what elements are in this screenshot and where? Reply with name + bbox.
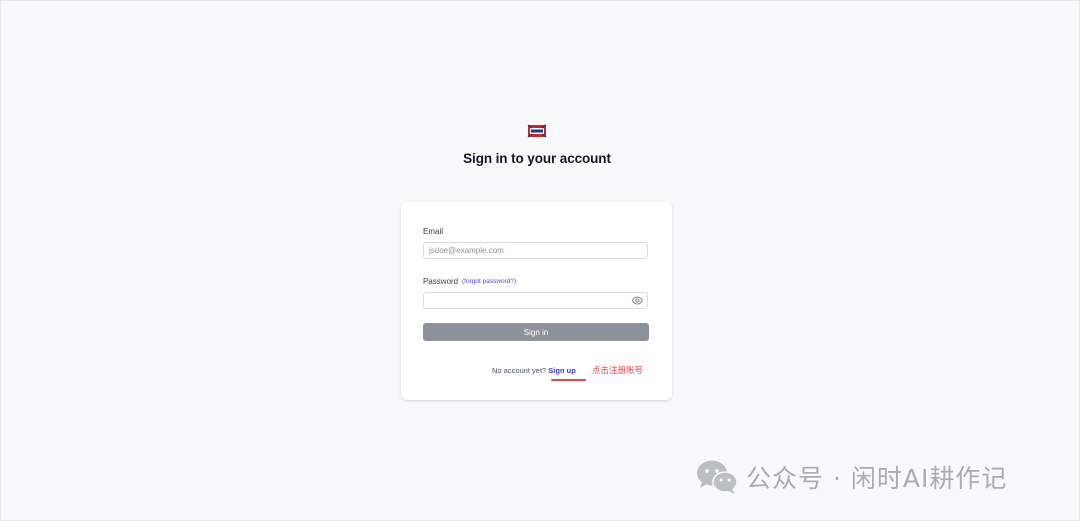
watermark: 公众号 · 闲时AI耕作记 bbox=[696, 459, 1007, 495]
login-card: Email Password (forgot password?) Sign i… bbox=[401, 202, 672, 400]
email-label: Email bbox=[423, 227, 444, 236]
app-logo bbox=[527, 124, 547, 138]
annotation-underline bbox=[551, 379, 586, 381]
no-account-text: No account yet? bbox=[492, 366, 547, 375]
annotation-note: 点击注册账号 bbox=[592, 365, 644, 375]
login-page: Sign in to your account Email Password (… bbox=[0, 0, 1080, 521]
forgot-password-link[interactable]: (forgot password?) bbox=[462, 278, 516, 285]
sign-in-button[interactable]: Sign in bbox=[423, 323, 649, 341]
email-field[interactable] bbox=[423, 242, 648, 259]
wechat-icon bbox=[697, 460, 738, 494]
watermark-text: 公众号 · 闲时AI耕作记 bbox=[746, 464, 1008, 493]
page-title: Sign in to your account bbox=[463, 151, 611, 166]
signup-prompt: No account yet? Sign up bbox=[492, 366, 576, 375]
sign-up-link[interactable]: Sign up bbox=[548, 366, 576, 375]
password-field[interactable] bbox=[423, 292, 648, 309]
password-label: Password bbox=[423, 277, 459, 286]
eye-icon[interactable] bbox=[632, 296, 643, 305]
